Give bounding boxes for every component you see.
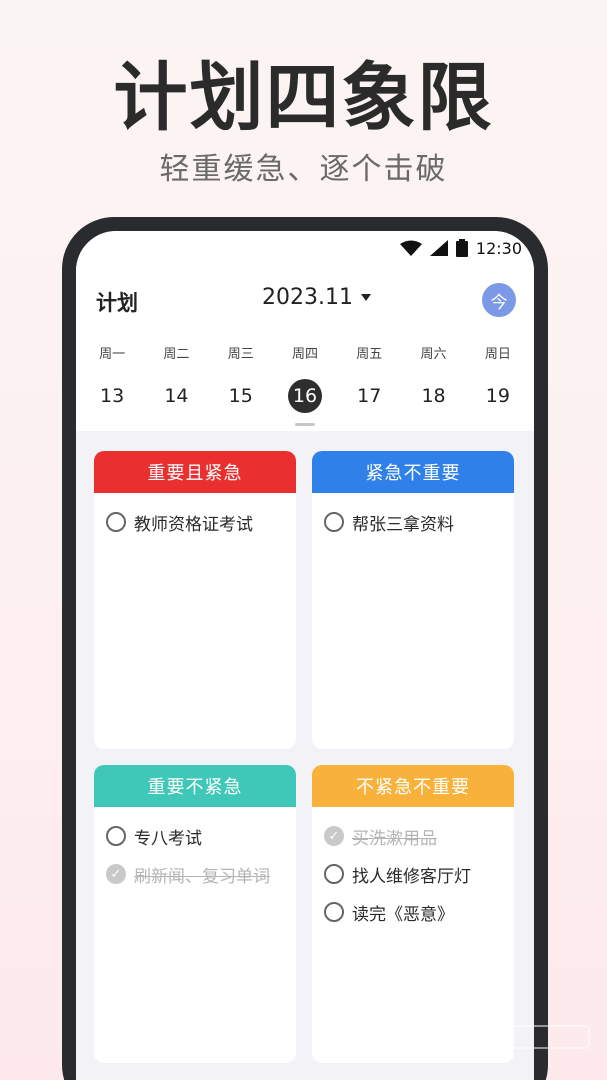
promo-subline: 轻重缓急、逐个击破 xyxy=(159,152,448,187)
task-text: 刷新闻、复习单词 xyxy=(134,866,270,887)
date-number-wrap: 13 xyxy=(80,379,144,413)
date-number: 15 xyxy=(228,385,253,407)
app-header: 计划 2023.11 今 xyxy=(76,281,534,321)
day-19[interactable]: 周日 19 xyxy=(466,343,530,426)
date-number: 19 xyxy=(485,385,510,407)
selected-indicator xyxy=(294,423,315,426)
quadrant-card[interactable]: 紧急不重要帮张三拿资料 xyxy=(312,451,514,749)
phone-frame: 12:30 计划 2023.11 今 周一 13 周二 14 周三 15 周四 16 周五 17 周… xyxy=(62,217,548,1080)
weekday-label: 周一 xyxy=(99,347,126,362)
day-17[interactable]: 周五 17 xyxy=(337,343,401,426)
quadrant-title: 紧急不重要 xyxy=(312,451,514,493)
checked-circle-icon[interactable]: ✓ xyxy=(106,864,126,884)
quadrant-title: 重要且紧急 xyxy=(94,451,296,493)
week-strip: 周一 13 周二 14 周三 15 周四 16 周五 17 周六 18 周日 19 xyxy=(80,343,530,426)
task-item[interactable]: ✓ 刷新闻、复习单词 xyxy=(106,863,284,887)
watermark-logo xyxy=(502,1022,593,1058)
day-14[interactable]: 周二 14 xyxy=(144,343,208,426)
status-bar: 12:30 xyxy=(399,235,522,261)
date-number-wrap: 15 xyxy=(209,379,273,413)
signal-icon xyxy=(429,240,448,256)
date-number-wrap: 18 xyxy=(401,379,465,413)
date-number-wrap: 14 xyxy=(144,379,208,413)
top-panel: 12:30 计划 2023.11 今 周一 13 周二 14 周三 15 周四 16 周五 17 周… xyxy=(76,231,534,431)
day-13[interactable]: 周一 13 xyxy=(80,343,144,426)
weekday-label: 周四 xyxy=(291,347,318,362)
quadrant-card[interactable]: 重要且紧急教师资格证考试 xyxy=(94,451,296,749)
quadrant-card[interactable]: 不紧急不重要 ✓ 买洗漱用品找人维修客厅灯 读完《恶意》 xyxy=(312,765,514,1063)
date-number-wrap: 19 xyxy=(466,379,530,413)
day-18[interactable]: 周六 18 xyxy=(401,343,465,426)
date-number: 16 xyxy=(287,379,322,413)
checked-circle-icon[interactable]: ✓ xyxy=(324,826,344,846)
date-number: 17 xyxy=(357,385,382,407)
task-text: 帮张三拿资料 xyxy=(352,514,454,535)
task-list: 专八考试 ✓ 刷新闻、复习单词 xyxy=(94,807,296,887)
app-screen: 12:30 计划 2023.11 今 周一 13 周二 14 周三 15 周四 16 周五 17 周… xyxy=(76,231,534,1080)
date-number: 14 xyxy=(164,385,189,407)
task-text: 专八考试 xyxy=(134,828,202,849)
task-item[interactable]: 读完《恶意》 xyxy=(324,901,502,925)
task-item[interactable]: 帮张三拿资料 xyxy=(324,511,502,535)
task-item[interactable]: 教师资格证考试 xyxy=(106,511,284,535)
page-title: 计划 xyxy=(96,291,138,315)
task-list: 帮张三拿资料 xyxy=(312,493,514,535)
unchecked-circle-icon[interactable] xyxy=(106,512,126,532)
wifi-icon xyxy=(399,240,422,256)
quadrant-card[interactable]: 重要不紧急专八考试 ✓ 刷新闻、复习单词 xyxy=(94,765,296,1063)
status-time: 12:30 xyxy=(475,238,522,258)
unchecked-circle-icon[interactable] xyxy=(324,864,344,884)
task-item[interactable]: 找人维修客厅灯 xyxy=(324,863,502,887)
unchecked-circle-icon[interactable] xyxy=(324,512,344,532)
task-list: ✓ 买洗漱用品找人维修客厅灯 读完《恶意》 xyxy=(312,807,514,925)
task-text: 买洗漱用品 xyxy=(352,828,437,849)
caret-down-icon xyxy=(360,294,371,301)
today-button[interactable]: 今 xyxy=(482,283,516,317)
promo-headline: 计划四象限 xyxy=(113,55,494,141)
task-item[interactable]: 专八考试 xyxy=(106,825,284,849)
task-text: 教师资格证考试 xyxy=(134,514,253,535)
quadrant-grid: 重要且紧急 教师资格证考试 紧急不重要 帮张三拿资料 重要不紧急 专八考试 ✓ 刷新闻、复习单… xyxy=(94,451,516,1063)
task-text: 读完《恶意》 xyxy=(352,904,454,925)
weekday-label: 周五 xyxy=(356,347,383,362)
quadrant-title: 不紧急不重要 xyxy=(312,765,514,807)
date-number: 18 xyxy=(421,385,446,407)
unchecked-circle-icon[interactable] xyxy=(324,902,344,922)
task-text: 找人维修客厅灯 xyxy=(352,866,471,887)
weekday-label: 周二 xyxy=(163,347,190,362)
weekday-label: 周三 xyxy=(227,347,254,362)
task-list: 教师资格证考试 xyxy=(94,493,296,535)
task-item[interactable]: ✓ 买洗漱用品 xyxy=(324,825,502,849)
weekday-label: 周六 xyxy=(420,347,447,362)
date-number: 13 xyxy=(100,385,125,407)
battery-icon xyxy=(455,239,468,257)
day-15[interactable]: 周三 15 xyxy=(209,343,273,426)
quadrant-title: 重要不紧急 xyxy=(94,765,296,807)
month-label: 2023.11 xyxy=(262,285,353,310)
day-16[interactable]: 周四 16 xyxy=(273,343,337,426)
month-picker[interactable]: 2023.11 xyxy=(262,285,371,310)
weekday-label: 周日 xyxy=(484,347,511,362)
date-number-wrap: 17 xyxy=(337,379,401,413)
unchecked-circle-icon[interactable] xyxy=(106,826,126,846)
date-number-wrap: 16 xyxy=(273,379,337,413)
